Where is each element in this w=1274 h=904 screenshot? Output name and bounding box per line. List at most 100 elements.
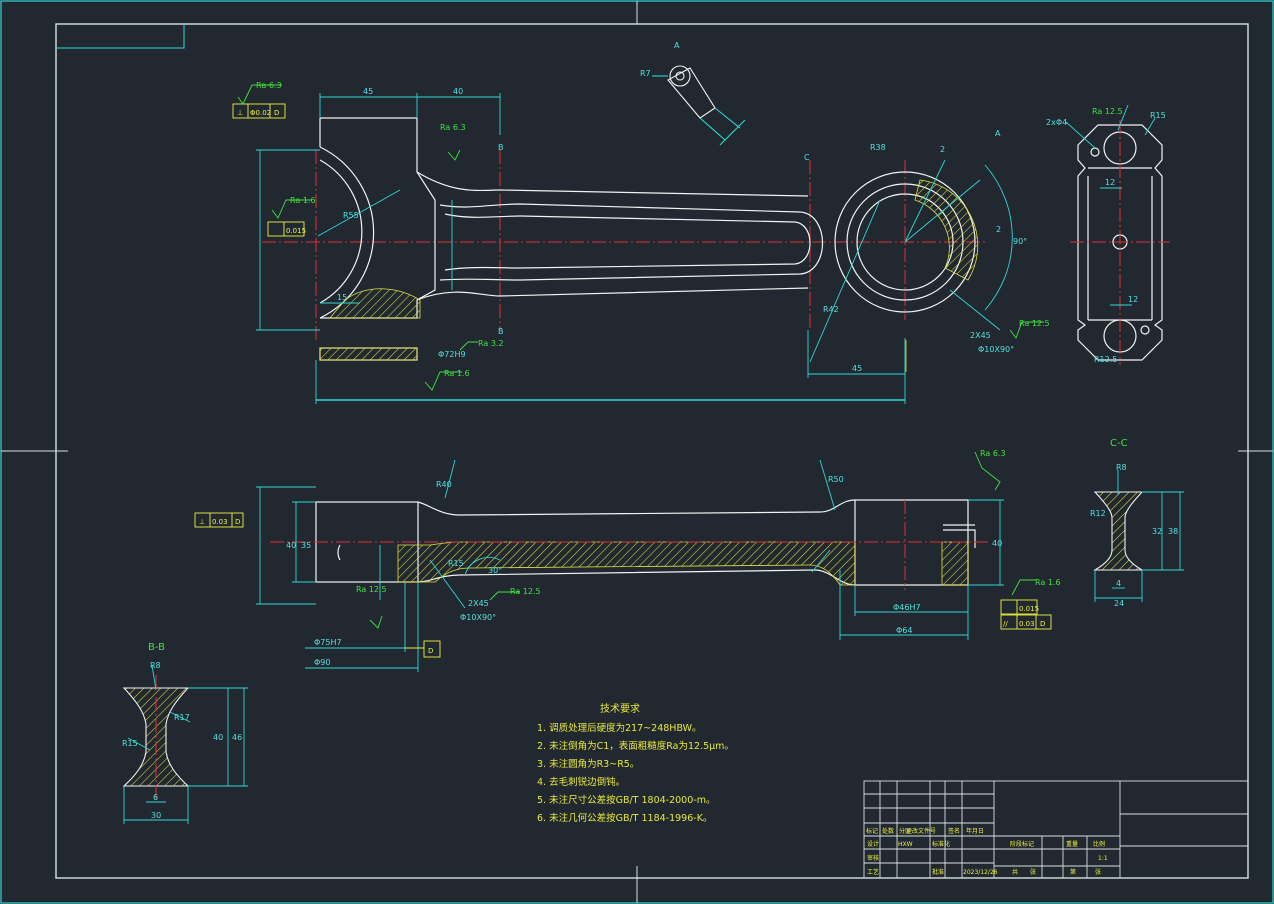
tb-designer-label: 设计 [867, 840, 879, 848]
datum-d-label: D [428, 647, 433, 655]
tb-signature: 签名 [948, 827, 960, 835]
dim-r15-side: R15 [448, 559, 464, 568]
roughness-ra16-c: Ra 1.6 [1035, 578, 1061, 587]
section-b-b [122, 664, 248, 824]
dim-phi90: Φ90 [314, 658, 330, 667]
dim-r15-right: R15 [1150, 111, 1166, 120]
dim-2-a: 2 [940, 145, 945, 154]
tol-f1-symbol: ⊥ [237, 109, 243, 117]
side-section-view [256, 459, 1004, 672]
tb-sheets-1: 张 [1030, 868, 1036, 876]
dim-2-b: 2 [996, 225, 1001, 234]
dim-cc-38: 38 [1168, 527, 1178, 536]
tech-req-item-6: 6. 未注几何公差按GB/T 1184-1996-K。 [537, 812, 712, 824]
tb-weight: 重量 [1066, 840, 1078, 848]
dim-12-a: 12 [1105, 178, 1115, 187]
dim-15: 15 [337, 293, 347, 302]
tb-total: 共 [1012, 868, 1018, 876]
dim-chamfer-b: 2X45 [468, 599, 489, 608]
tb-scale: 1:1 [1098, 855, 1108, 862]
roughness-ra125-c: Ra 12.5 [356, 585, 387, 594]
tb-sheets-2: 张 [1095, 868, 1101, 876]
section-cc-title: C-C [1110, 438, 1128, 449]
tb-designer: HXW [898, 841, 913, 848]
dim-40-side: 40 [286, 541, 296, 550]
roughness-ra125-a: Ra 12.5 [1019, 319, 1050, 328]
tol-f5-datum: D [1040, 620, 1045, 628]
dim-r42: R42 [823, 305, 839, 314]
tech-req-item-5: 5. 未注尺寸公差按GB/T 1804-2000-m。 [537, 794, 715, 806]
tb-count: 处数 [882, 827, 894, 835]
tb-review: 审核 [867, 854, 879, 862]
tb-sheet-no: 第 [1070, 868, 1076, 876]
tb-stage: 阶段标记 [1010, 840, 1034, 848]
dim-r40: R40 [436, 480, 452, 489]
dim-bb-r8: R8 [150, 661, 161, 670]
dim-45-top: 45 [363, 87, 373, 96]
dim-chamfer-a: 2X45 [970, 331, 991, 340]
dim-phi75: Φ75H7 [314, 638, 342, 647]
dim-angle-90: 90° [1013, 237, 1027, 246]
tb-standard: 标准化 [932, 840, 950, 848]
dim-12-b: 12 [1128, 295, 1138, 304]
dim-r12-5-right: R12.5 [1094, 355, 1117, 364]
tech-req-item-1: 1. 调质处理后硬度为217~248HBW。 [537, 722, 702, 734]
dim-cc-32: 32 [1152, 527, 1162, 536]
tol-f3-symbol: ⊥ [199, 518, 205, 526]
section-c-mark: C [804, 153, 810, 162]
title-block-texts: 标记 处数 分区 更改文件号 签名 年月日 设计 HXW 标准化 阶段标记 重量… [866, 827, 1108, 876]
dim-angle-30: 30° [488, 566, 502, 575]
view-a-detail [652, 65, 746, 146]
dim-35: 35 [301, 541, 311, 550]
tol-f5-value: 0.03 [1019, 620, 1035, 628]
tb-process: 工艺 [867, 868, 879, 876]
tol-f4-value: 0.015 [1019, 605, 1039, 613]
dim-bb-46: 46 [232, 733, 242, 742]
tol-f3-value: 0.03 [212, 518, 228, 526]
dim-bb-r17: R17 [174, 713, 190, 722]
dim-bb-30: 30 [151, 811, 161, 820]
roughness-ra16-a: Ra 1.6 [290, 196, 316, 205]
section-c-c [1092, 470, 1184, 602]
dim-r7: R7 [640, 69, 651, 78]
tb-date: 年月日 [966, 827, 984, 835]
dim-cc-24: 24 [1114, 599, 1124, 608]
roughness-texts: Ra 6.3 Ra 6.3 Ra 1.6 Ra 3.2 Ra 1.6 Ra 12… [256, 81, 1123, 596]
dim-cc-r12: R12 [1090, 509, 1106, 518]
roughness-ra63-c: Ra 6.3 [980, 449, 1006, 458]
roughness-ra125-d: Ra 12.5 [510, 587, 541, 596]
right-side-view [1065, 104, 1170, 365]
dim-phi46: Φ46H7 [893, 603, 921, 612]
dim-40-right: 40 [992, 539, 1002, 548]
dim-r38: R38 [870, 143, 886, 152]
dim-phi72: Φ72H9 [438, 350, 466, 359]
dim-r55: R55 [343, 211, 359, 220]
tb-scale-label: 比例 [1093, 840, 1105, 848]
tol-f5-symbol: // [1003, 620, 1008, 628]
section-bb-title: B-B [148, 642, 165, 653]
dim-countersink-a: Φ10X90° [978, 345, 1014, 354]
dim-bb-r15: R15 [122, 739, 138, 748]
tech-req-item-3: 3. 未注圆角为R3~R5。 [537, 758, 639, 770]
dim-45-right: 45 [852, 364, 862, 373]
roughness-ra16-b: Ra 1.6 [444, 369, 470, 378]
roughness-ra125-b: Ra 12.5 [1092, 107, 1123, 116]
tol-f1-value: Φ0.02 [250, 109, 271, 117]
dim-phi64: Φ64 [896, 626, 912, 635]
roughness-ra63-a: Ra 6.3 [256, 81, 282, 90]
tech-req-item-2: 2. 未注倒角为C1，表面粗糙度Ra为12.5μm。 [537, 740, 734, 752]
tb-mark: 标记 [866, 827, 878, 835]
dim-bb-40: 40 [213, 733, 223, 742]
cad-drawing-canvas[interactable]: A A C B B B-B C-C 45 40 R55 15 Φ72H9 45 … [0, 0, 1274, 904]
tb-approve: 批准 [932, 868, 944, 876]
view-a-arrow-label: A [995, 129, 1001, 138]
dim-cc-r8: R8 [1116, 463, 1127, 472]
dim-countersink-b: Φ10X90° [460, 613, 496, 622]
roughness-ra63-b: Ra 6.3 [440, 123, 466, 132]
tech-req-title: 技术要求 [600, 702, 640, 715]
dim-cc-4: 4 [1116, 579, 1121, 588]
dim-2x-phi4: 2xΦ4 [1046, 118, 1067, 127]
dimension-texts: 45 40 R55 15 Φ72H9 45 R42 R38 R7 2 2 90°… [122, 69, 1178, 820]
tol-f3-datum: D [235, 518, 240, 526]
technical-requirements: 技术要求 1. 调质处理后硬度为217~248HBW。 2. 未注倒角为C1，表… [537, 702, 734, 824]
